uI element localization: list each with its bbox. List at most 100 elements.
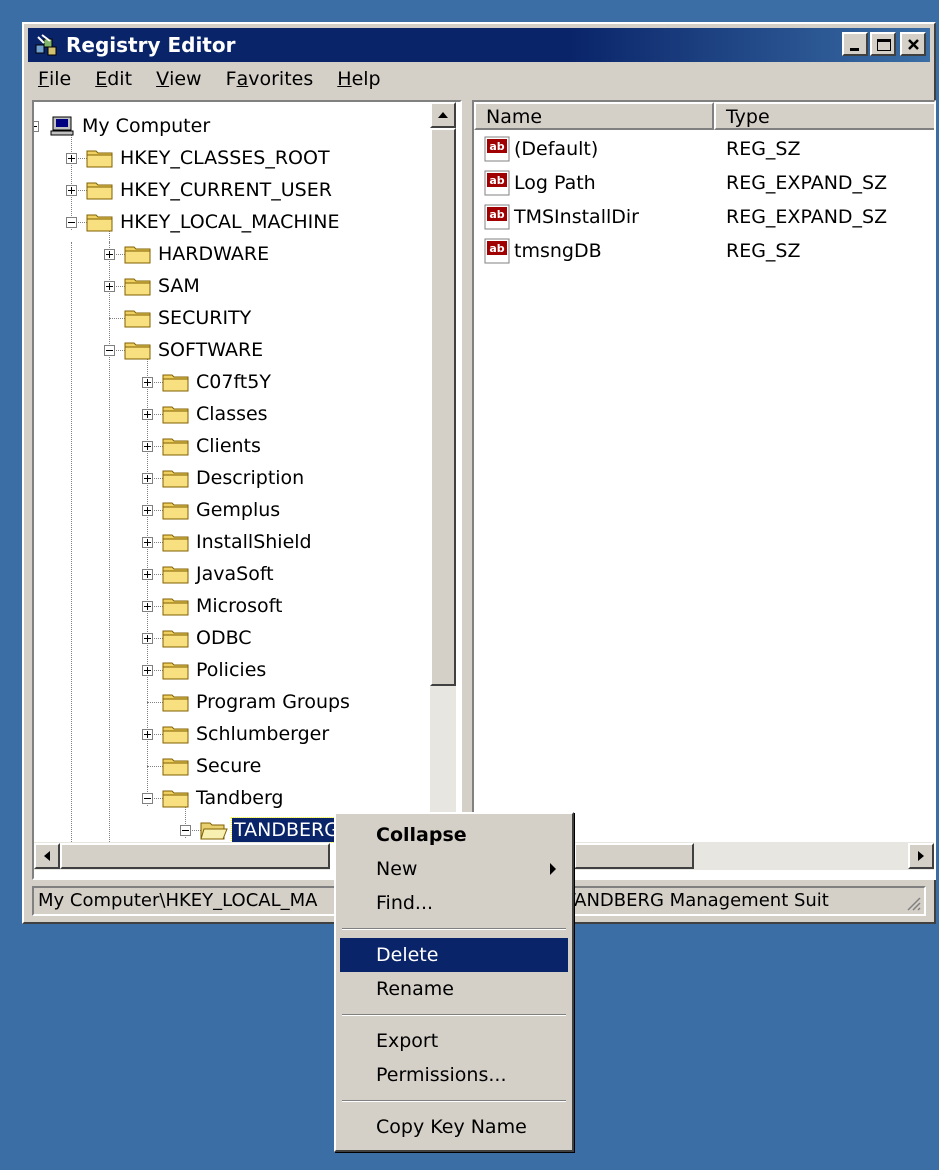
column-header-type[interactable]: Type: [714, 102, 934, 130]
tree-node-hkey_current_user[interactable]: HKEY_CURRENT_USER: [34, 178, 424, 210]
expand-icon[interactable]: [66, 185, 77, 196]
scroll-up-button[interactable]: [430, 102, 456, 128]
expand-icon[interactable]: [142, 569, 153, 580]
list-hscroll-thumb[interactable]: [574, 843, 694, 869]
tree-node-security[interactable]: SECURITY: [34, 306, 424, 338]
tree-node-sam[interactable]: SAM: [34, 274, 424, 306]
expand-icon[interactable]: [66, 153, 77, 164]
value-name: (Default): [514, 138, 599, 160]
folder-icon: [124, 278, 151, 296]
value-row[interactable]: ab (Default) REG_SZ: [484, 136, 924, 168]
tree-node-installshield[interactable]: InstallShield: [34, 530, 424, 562]
menu-item-collapse[interactable]: Collapse: [340, 818, 568, 852]
computer-icon: [50, 116, 74, 136]
collapse-icon[interactable]: [142, 793, 153, 804]
menu-file[interactable]: File: [28, 64, 79, 90]
values-list-pane[interactable]: Name Type ab (Default) REG_SZ ab Log Path REG…: [472, 100, 936, 880]
expand-icon[interactable]: [142, 441, 153, 452]
menu-view[interactable]: View: [146, 64, 210, 90]
collapse-icon[interactable]: [34, 121, 39, 132]
tree-node-clients[interactable]: Clients: [34, 434, 424, 466]
window-title: Registry Editor: [66, 33, 236, 57]
menu-item-find[interactable]: Find...: [340, 886, 568, 920]
expand-icon[interactable]: [142, 537, 153, 548]
tree-node-label: HKEY_CURRENT_USER: [120, 179, 332, 201]
value-row[interactable]: ab Log Path REG_EXPAND_SZ: [484, 170, 924, 202]
menu-item-export[interactable]: Export: [340, 1024, 568, 1058]
close-button[interactable]: [900, 32, 926, 56]
tree-node-software[interactable]: SOFTWARE: [34, 338, 424, 370]
expand-icon[interactable]: [142, 729, 153, 740]
tree-node-hkey_local_machine[interactable]: HKEY_LOCAL_MACHINE: [34, 210, 424, 242]
collapse-icon[interactable]: [66, 217, 77, 228]
tree-horizontal-scrollbar[interactable]: [34, 842, 330, 870]
expand-icon[interactable]: [142, 473, 153, 484]
value-name: tmsngDB: [514, 240, 602, 262]
tree-node-my-computer[interactable]: My Computer: [34, 114, 424, 146]
value-row[interactable]: ab tmsngDB REG_SZ: [484, 238, 924, 270]
list-horizontal-scrollbar[interactable]: [574, 842, 934, 870]
tree-hscroll-thumb[interactable]: [60, 843, 330, 869]
tree-node-policies[interactable]: Policies: [34, 658, 424, 690]
tree-node-label: C07ft5Y: [196, 371, 271, 393]
tree-node-classes[interactable]: Classes: [34, 402, 424, 434]
menu-item-delete[interactable]: Delete: [340, 938, 568, 972]
tree-node-hardware[interactable]: HARDWARE: [34, 242, 424, 274]
scroll-left-button[interactable]: [34, 843, 60, 869]
scroll-right-button[interactable]: [908, 843, 934, 869]
tree-node-description[interactable]: Description: [34, 466, 424, 498]
tree-node-microsoft[interactable]: Microsoft: [34, 594, 424, 626]
expand-icon[interactable]: [142, 505, 153, 516]
folder-icon: [162, 374, 189, 392]
tree-node-hkey_classes_root[interactable]: HKEY_CLASSES_ROOT: [34, 146, 424, 178]
tree-node-javasoft[interactable]: JavaSoft: [34, 562, 424, 594]
tree-node-secure[interactable]: Secure: [34, 754, 424, 786]
expand-icon[interactable]: [142, 601, 153, 612]
tree-vertical-scrollbar[interactable]: [430, 102, 456, 842]
tree-node-label: InstallShield: [196, 531, 312, 553]
menu-item-rename[interactable]: Rename: [340, 972, 568, 1006]
tree-node-program-groups[interactable]: Program Groups: [34, 690, 424, 722]
column-header-name[interactable]: Name: [474, 102, 714, 130]
tree-node-odbc[interactable]: ODBC: [34, 626, 424, 658]
menu-favorites[interactable]: Favorites: [216, 64, 322, 90]
tree-node-label: Clients: [196, 435, 261, 457]
expand-icon[interactable]: [142, 665, 153, 676]
expand-icon[interactable]: [142, 377, 153, 388]
menu-item-new[interactable]: New: [340, 852, 568, 886]
menu-item-permissions[interactable]: Permissions...: [340, 1058, 568, 1092]
folder-icon: [162, 758, 189, 776]
value-row[interactable]: ab TMSInstallDir REG_EXPAND_SZ: [484, 204, 924, 236]
menu-help[interactable]: Help: [327, 64, 388, 90]
tree-node-gemplus[interactable]: Gemplus: [34, 498, 424, 530]
resize-grip-icon[interactable]: [904, 894, 922, 912]
tree-node-label: HKEY_LOCAL_MACHINE: [120, 211, 340, 233]
string-value-icon: ab: [484, 204, 510, 230]
tree-node-label: SOFTWARE: [158, 339, 264, 361]
minimize-button[interactable]: [842, 32, 868, 56]
expand-icon[interactable]: [104, 249, 115, 260]
maximize-button[interactable]: [870, 32, 896, 56]
expand-icon[interactable]: [104, 281, 115, 292]
collapse-icon[interactable]: [104, 345, 115, 356]
tree-node-label: JavaSoft: [196, 563, 274, 585]
tree-node-label: HARDWARE: [158, 243, 270, 265]
tree-node-schlumberger[interactable]: Schlumberger: [34, 722, 424, 754]
collapse-icon[interactable]: [180, 825, 191, 836]
menu-bar: File Edit View Favorites Help: [28, 64, 930, 98]
menu-edit[interactable]: Edit: [85, 64, 140, 90]
title-bar[interactable]: Registry Editor: [28, 28, 930, 62]
folder-icon: [162, 630, 189, 648]
tree-node-label: Policies: [196, 659, 267, 681]
tree-node-c07ft5y[interactable]: C07ft5Y: [34, 370, 424, 402]
value-type: REG_SZ: [726, 138, 801, 160]
tree-scroll-thumb[interactable]: [430, 128, 456, 686]
expand-icon[interactable]: [142, 633, 153, 644]
svg-text:ab: ab: [489, 208, 504, 221]
folder-icon: [86, 150, 113, 168]
key-tree-pane[interactable]: My Computer HKEY_CLASSES_ROOT HKEY_CURRENT…: [32, 100, 462, 880]
folder-icon: [162, 534, 189, 552]
expand-icon[interactable]: [142, 409, 153, 420]
menu-item-copy-key-name[interactable]: Copy Key Name: [340, 1110, 568, 1144]
menu-separator: [342, 1014, 566, 1016]
